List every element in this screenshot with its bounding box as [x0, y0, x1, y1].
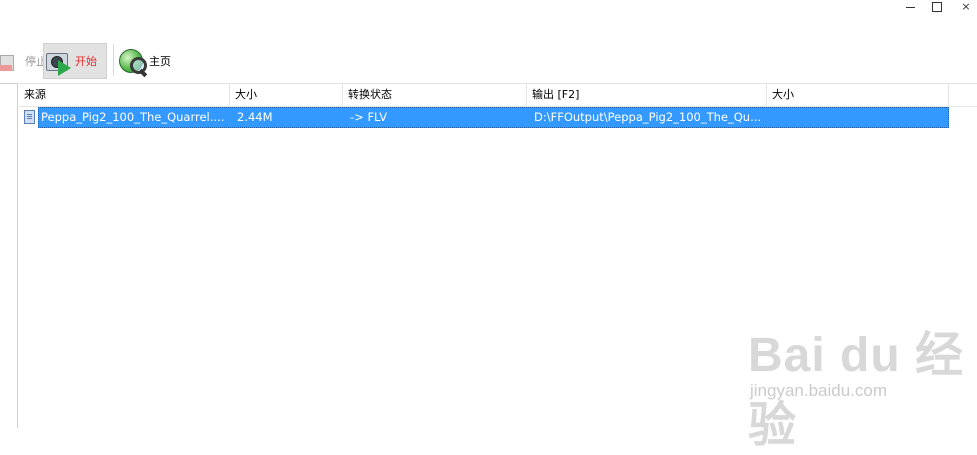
home-button[interactable]: 主页: [118, 43, 182, 79]
maximize-button[interactable]: [922, 0, 952, 14]
maximize-icon: [932, 2, 942, 12]
stop-icon: [0, 47, 22, 75]
baidu-watermark: Bai du 经验 jingyan.baidu.com: [748, 315, 968, 452]
toolbar-separator: [113, 44, 114, 76]
close-icon: ×: [961, 0, 971, 13]
stop-button[interactable]: 停止: [0, 43, 47, 79]
column-header-status[interactable]: 转换状态: [343, 84, 527, 106]
minimize-button[interactable]: [895, 0, 925, 14]
column-header-output[interactable]: 输出 [F2]: [527, 84, 767, 106]
toolbar: 停止 开始 主页: [0, 40, 977, 80]
watermark-url: jingyan.baidu.com: [750, 381, 888, 400]
cell-status: -> FLV: [350, 110, 388, 124]
left-pane: [0, 83, 18, 428]
video-file-icon: [24, 110, 35, 124]
cell-source: Peppa_Pig2_100_The_Quarrel....: [41, 110, 225, 124]
camera-play-icon: [44, 47, 72, 76]
column-header-size[interactable]: 大小: [230, 84, 343, 106]
list-header: 来源 大小 转换状态 输出 [F2] 大小: [19, 84, 977, 107]
column-header-source[interactable]: 来源: [19, 84, 230, 106]
close-button[interactable]: ×: [951, 0, 977, 14]
cell-output: D:\FFOutput\Peppa_Pig2_100_The_Qu...: [534, 110, 762, 124]
minimize-icon: [905, 6, 915, 8]
table-row[interactable]: Peppa_Pig2_100_The_Quarrel.... 2.44M -> …: [19, 107, 949, 128]
cell-size: 2.44M: [237, 110, 273, 124]
column-header-output-size[interactable]: 大小: [767, 84, 949, 106]
start-button[interactable]: 开始: [43, 43, 107, 79]
home-label: 主页: [149, 55, 171, 68]
globe-search-icon: [118, 47, 148, 78]
start-label: 开始: [75, 55, 97, 68]
cell-output-size: [772, 107, 947, 128]
